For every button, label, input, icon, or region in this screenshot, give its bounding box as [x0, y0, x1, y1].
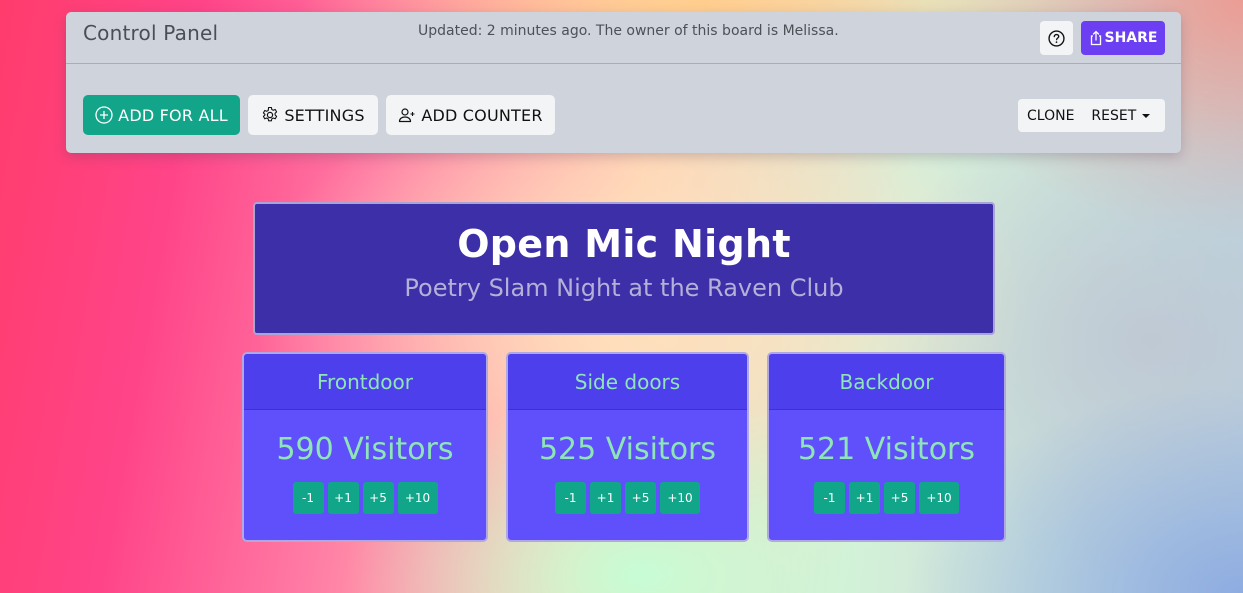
share-icon	[1089, 30, 1103, 46]
caret-down-icon	[1142, 113, 1151, 118]
add-counter-button[interactable]: ADD COUNTER	[386, 95, 555, 135]
increment-5-button[interactable]: +5	[884, 482, 915, 514]
decrement-1-button[interactable]: -1	[292, 482, 324, 514]
person-add-icon	[398, 107, 416, 123]
counter-card: Side doors 525 Visitors -1 +1 +5 +10	[506, 352, 749, 542]
board-title-card: Open Mic Night Poetry Slam Night at the …	[253, 202, 995, 335]
share-button[interactable]: SHARE	[1081, 21, 1165, 55]
counter-name: Backdoor	[769, 354, 1004, 410]
share-label: SHARE	[1104, 30, 1158, 46]
control-panel: Control Panel Updated: 2 minutes ago. Th…	[66, 12, 1181, 153]
plus-circle-icon	[95, 106, 113, 124]
help-button[interactable]	[1040, 21, 1073, 55]
gear-icon	[261, 106, 279, 124]
increment-10-button[interactable]: +10	[397, 482, 438, 514]
add-counter-label: ADD COUNTER	[421, 105, 543, 125]
increment-1-button[interactable]: +1	[849, 482, 880, 514]
counter-name: Frontdoor	[244, 354, 486, 410]
counter-buttons: -1 +1 +5 +10	[769, 482, 1004, 514]
control-panel-header: Control Panel Updated: 2 minutes ago. Th…	[66, 12, 1181, 64]
board-subtitle: Poetry Slam Night at the Raven Club	[404, 274, 844, 302]
counter-buttons: -1 +1 +5 +10	[508, 482, 747, 514]
update-status: Updated: 2 minutes ago. The owner of thi…	[418, 23, 839, 39]
increment-1-button[interactable]: +1	[590, 482, 621, 514]
increment-5-button[interactable]: +5	[362, 482, 394, 514]
counter-value: 521 Visitors	[797, 432, 976, 467]
decrement-1-button[interactable]: -1	[555, 482, 586, 514]
increment-1-button[interactable]: +1	[327, 482, 359, 514]
increment-10-button[interactable]: +10	[919, 482, 959, 514]
reset-dropdown-button[interactable]: RESET	[1083, 99, 1158, 132]
counter-name: Side doors	[508, 354, 747, 410]
counter-value: 525 Visitors	[538, 432, 717, 467]
increment-5-button[interactable]: +5	[625, 482, 656, 514]
control-panel-title: Control Panel	[83, 21, 219, 45]
add-for-all-label: ADD FOR ALL	[118, 105, 228, 125]
add-for-all-button[interactable]: ADD FOR ALL	[83, 95, 240, 135]
decrement-1-button[interactable]: -1	[814, 482, 845, 514]
counter-buttons: -1 +1 +5 +10	[244, 482, 486, 514]
clone-reset-group: CLONE RESET	[1018, 99, 1165, 132]
increment-10-button[interactable]: +10	[660, 482, 700, 514]
board-title: Open Mic Night	[457, 222, 791, 266]
clone-button[interactable]: CLONE	[1018, 99, 1083, 132]
settings-label: SETTINGS	[284, 105, 365, 125]
question-circle-icon	[1048, 29, 1065, 47]
settings-button[interactable]: SETTINGS	[248, 95, 378, 135]
counter-card: Frontdoor 590 Visitors -1 +1 +5 +10	[242, 352, 488, 542]
reset-label: RESET	[1091, 107, 1137, 124]
control-panel-actions: ADD FOR ALL SETTINGS ADD COUNTER CLONE R…	[66, 64, 1181, 152]
counter-value: 590 Visitors	[276, 432, 454, 467]
counter-card: Backdoor 521 Visitors -1 +1 +5 +10	[767, 352, 1006, 542]
